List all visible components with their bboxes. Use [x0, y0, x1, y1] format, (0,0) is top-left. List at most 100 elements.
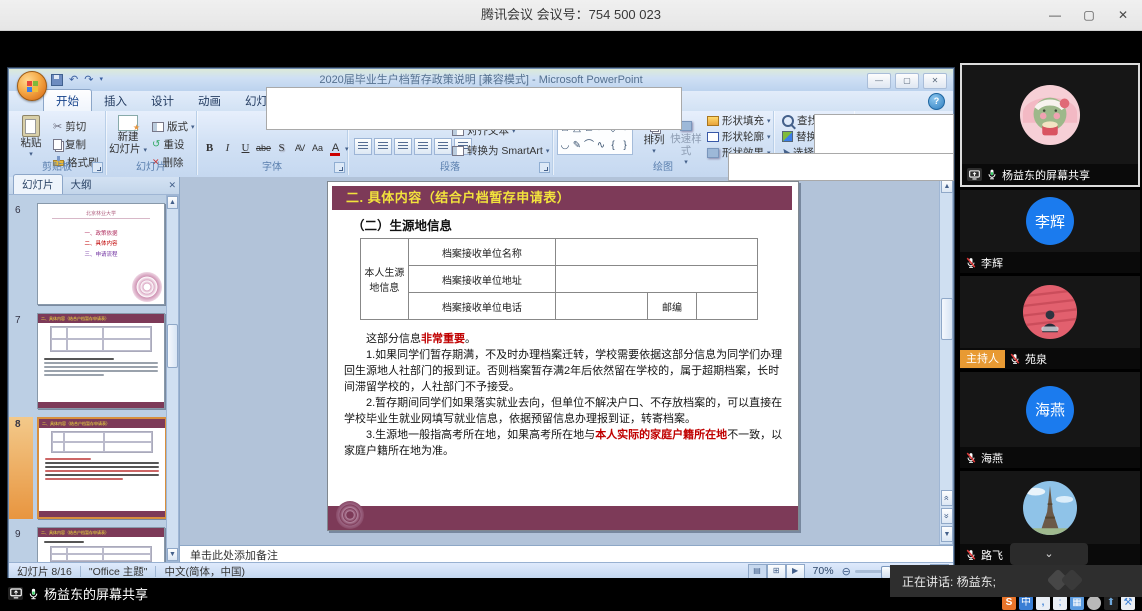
workspace-scroll-thumb[interactable]	[941, 298, 953, 340]
table-value	[556, 239, 758, 266]
minimize-icon[interactable]: —	[1046, 6, 1064, 24]
save-icon[interactable]	[51, 74, 63, 86]
keyboard-icon[interactable]: ▦	[1070, 596, 1084, 610]
participant-tile[interactable]: 李辉 李辉	[960, 190, 1140, 273]
thumbnail-6[interactable]: 北京林业大学 一、政策依据 二、具体内容 三、申请流程	[37, 203, 165, 305]
maximize-icon[interactable]: ▢	[1080, 6, 1098, 24]
tray-arrow-icon[interactable]: ⬆	[1104, 596, 1118, 610]
avatar	[960, 276, 1140, 348]
scroll-down-icon[interactable]: ▼	[167, 548, 178, 561]
thumbnail-row-7[interactable]: 7 二、具体内容（结合户档暂存申请表）	[9, 313, 165, 411]
participant-tile-sharer[interactable]: 杨益东的屏幕共享	[960, 63, 1140, 187]
thumbnail-row-6[interactable]: 6 北京林业大学 一、政策依据 二、具体内容 三、申请流程	[9, 203, 165, 307]
underline-button[interactable]	[237, 140, 254, 158]
tab-animations[interactable]: 动画	[186, 90, 233, 111]
undo-icon[interactable]: ↶	[69, 73, 78, 87]
slide-subtitle: （二）生源地信息	[352, 215, 452, 234]
punctuation-icon[interactable]: ;	[1053, 596, 1067, 610]
layout-button[interactable]: 版式▾	[152, 119, 195, 134]
paste-button[interactable]: 粘贴 ▾	[13, 115, 49, 161]
ppt-minimize-icon[interactable]: —	[867, 73, 891, 89]
workspace-scrollbar[interactable]: ▲ « » ▼	[939, 177, 953, 545]
normal-view-icon[interactable]: ▤	[748, 564, 767, 579]
change-case-button[interactable]	[309, 140, 326, 158]
ppt-restore-icon[interactable]: ▢	[895, 73, 919, 89]
close-icon[interactable]: ✕	[1114, 6, 1132, 24]
new-slide-button[interactable]: 新建 幻灯片 ▾	[108, 115, 148, 157]
scroll-down-icon[interactable]: ▼	[941, 526, 953, 542]
align-right-button[interactable]	[394, 138, 412, 155]
panel-close-icon[interactable]: ✕	[168, 180, 176, 191]
thumbnail-8[interactable]: 二、具体内容（结合户档暂存申请表）	[37, 417, 167, 519]
char-spacing-button[interactable]	[291, 140, 308, 158]
thumbnail-row-9[interactable]: 9 二、具体内容（结合户档暂存申请表）	[9, 527, 165, 562]
mic-muted-icon	[965, 452, 977, 464]
scroll-up-icon[interactable]: ▲	[941, 179, 953, 193]
slide-canvas[interactable]: 二. 具体内容（结合户档暂存申请表） （二）生源地信息 本人生源地信息 档案接收…	[327, 181, 799, 531]
font-dialog-launcher[interactable]	[334, 162, 345, 173]
office-button[interactable]	[17, 71, 47, 101]
shape-fill-button[interactable]: 形状填充▾	[707, 113, 771, 128]
participant-tile-host[interactable]: 主持人 苑泉	[960, 276, 1140, 369]
justify-button[interactable]	[414, 138, 432, 155]
strikethrough-button[interactable]	[255, 140, 272, 158]
cut-button[interactable]: ✂ 剪切	[53, 119, 86, 134]
chevron-down-icon: ⌄	[1044, 548, 1053, 560]
table-label: 档案接收单位名称	[408, 239, 556, 266]
table-value	[697, 293, 758, 320]
settings-wrench-icon[interactable]: ⚒	[1121, 596, 1135, 610]
sogou-input-icon[interactable]: S	[1002, 596, 1016, 610]
input-mode-icon[interactable]: ,	[1036, 596, 1050, 610]
thumbnail-row-8[interactable]: 8 二、具体内容（结合户档暂存申请表）	[9, 417, 165, 519]
previous-slide-icon[interactable]: «	[941, 490, 953, 506]
clipboard-dialog-launcher[interactable]	[92, 162, 103, 173]
slide-panel: 幻灯片 大纲 ✕ 6 北京林业大学 一、政策依据 二、具体内容 三、申请流程	[9, 177, 180, 562]
sidebar-collapse-button[interactable]: ⌄	[1010, 543, 1088, 565]
next-slide-icon[interactable]: »	[941, 508, 953, 524]
qat-dropdown-icon[interactable]: ▾	[99, 73, 103, 87]
font-color-button[interactable]	[327, 140, 344, 158]
avatar: 李辉	[960, 190, 1140, 252]
powerpoint-window: 2020届毕业生户档暂存政策说明 [兼容模式] - Microsoft Powe…	[8, 68, 954, 580]
align-center-button[interactable]	[374, 138, 392, 155]
copy-button[interactable]: 复制	[53, 137, 86, 152]
panel-scrollbar[interactable]: ▲ ▼	[166, 195, 179, 562]
panel-tabs: 幻灯片 大纲 ✕	[9, 177, 179, 195]
slideshow-icon[interactable]: ▶	[786, 564, 805, 579]
thumbnail-9[interactable]: 二、具体内容（结合户档暂存申请表）	[37, 527, 165, 562]
find-button[interactable]: 查找	[782, 113, 818, 128]
help-icon[interactable]: ?	[928, 93, 945, 110]
align-left-button[interactable]	[354, 138, 372, 155]
language-indicator[interactable]: 中文(简体，中国)	[156, 564, 253, 579]
chinese-input-icon[interactable]: 中	[1019, 596, 1033, 610]
scroll-up-icon[interactable]: ▲	[167, 196, 178, 209]
notes-pane[interactable]: 单击此处添加备注	[179, 545, 953, 562]
paragraph-dialog-launcher[interactable]	[539, 162, 550, 173]
tab-outline-panel[interactable]: 大纲	[63, 175, 100, 194]
system-tray: S 中 , ; ▦ ⬆ ⚒	[1002, 596, 1135, 610]
participant-tile[interactable]: 海燕 海燕	[960, 372, 1140, 468]
shadow-button[interactable]	[273, 140, 290, 158]
panel-scroll-thumb[interactable]	[167, 324, 178, 368]
shapes-gallery-row2[interactable]: ◡✎⌒∿{}	[557, 137, 633, 155]
tab-design[interactable]: 设计	[139, 90, 186, 111]
tab-home[interactable]: 开始	[43, 89, 92, 111]
group-clipboard: 粘贴 ▾ ✂ 剪切 复制 格式刷 剪贴板	[9, 111, 106, 175]
redo-icon[interactable]: ↷	[84, 73, 93, 87]
distribute-button[interactable]	[434, 138, 452, 155]
thumbnail-7[interactable]: 二、具体内容（结合户档暂存申请表）	[37, 313, 165, 409]
italic-button[interactable]	[219, 140, 236, 158]
shape-outline-button[interactable]: 形状轮廓▾	[707, 129, 771, 144]
avatar-initials: 海燕	[1026, 386, 1074, 434]
reset-button[interactable]: ↺ 重设	[152, 137, 184, 152]
smartart-button[interactable]: 转换为 SmartArt▾	[452, 143, 549, 158]
participant-label: 杨益东的屏幕共享	[962, 164, 1138, 185]
zoom-out-icon[interactable]: ⊖	[842, 565, 851, 578]
ppt-close-icon[interactable]: ✕	[923, 73, 947, 89]
find-icon	[782, 115, 794, 127]
bold-button[interactable]	[201, 140, 218, 158]
tab-slides-panel[interactable]: 幻灯片	[13, 174, 63, 194]
slide-sorter-icon[interactable]: ⊞	[767, 564, 786, 579]
tab-insert[interactable]: 插入	[92, 90, 139, 111]
office-logo-icon	[27, 81, 38, 92]
